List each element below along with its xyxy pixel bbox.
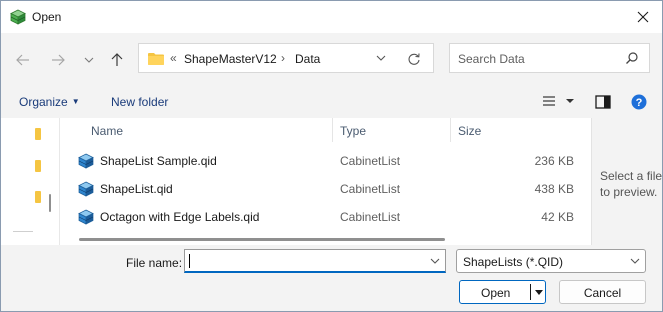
nav-divider bbox=[13, 231, 33, 232]
filetype-value: ShapeLists (*.QID) bbox=[463, 255, 564, 269]
file-name: ShapeList Sample.qid bbox=[100, 154, 217, 168]
svg-text:?: ? bbox=[636, 97, 643, 109]
chevron-down-icon[interactable] bbox=[429, 257, 441, 265]
file-name: Octagon with Edge Labels.qid bbox=[100, 210, 260, 224]
navigation-pane[interactable] bbox=[1, 118, 60, 245]
chevron-down-icon bbox=[630, 258, 640, 264]
column-header-name[interactable]: Name bbox=[91, 124, 123, 138]
filename-label: File name: bbox=[126, 256, 183, 270]
new-folder-button[interactable]: New folder bbox=[111, 95, 168, 109]
close-icon[interactable] bbox=[625, 3, 661, 31]
open-dialog: Open « ShapeMasterV12 › Data Search Data… bbox=[0, 0, 663, 312]
breadcrumb-separator[interactable]: › bbox=[281, 51, 285, 65]
cabinet-file-icon bbox=[78, 209, 94, 225]
search-input[interactable] bbox=[456, 50, 620, 68]
content-area: Name Type Size ShapeList Sample.qid Cabi… bbox=[1, 118, 662, 245]
filename-combobox[interactable] bbox=[184, 249, 446, 273]
column-divider[interactable] bbox=[450, 118, 451, 142]
preview-pane: Select a file to preview. bbox=[591, 118, 663, 245]
file-type: CabinetList bbox=[340, 154, 401, 168]
filename-input[interactable] bbox=[191, 253, 415, 271]
caret-down-icon: ▼ bbox=[71, 97, 80, 106]
cabinet-file-icon bbox=[78, 153, 94, 169]
cancel-button[interactable]: Cancel bbox=[559, 280, 646, 304]
list-item[interactable]: ShapeList.qid CabinetList 438 KB bbox=[61, 176, 574, 202]
file-name: ShapeList.qid bbox=[100, 182, 173, 196]
title-bar: Open bbox=[1, 1, 662, 33]
filetype-select[interactable]: ShapeLists (*.QID) bbox=[456, 249, 646, 273]
search-box[interactable] bbox=[449, 43, 650, 73]
refresh-icon[interactable] bbox=[405, 50, 423, 68]
arrow-up-icon[interactable] bbox=[106, 49, 128, 71]
file-list[interactable]: Name Type Size ShapeList Sample.qid Cabi… bbox=[61, 118, 591, 245]
view-options-icon[interactable] bbox=[541, 93, 575, 111]
cabinet-file-icon bbox=[78, 181, 94, 197]
open-button[interactable]: Open bbox=[459, 280, 546, 304]
nav-folder-icon[interactable] bbox=[35, 191, 41, 203]
split-divider bbox=[530, 284, 531, 300]
cabinet-icon bbox=[10, 9, 26, 25]
column-divider[interactable] bbox=[332, 118, 333, 142]
breadcrumb-data[interactable]: Data bbox=[295, 52, 320, 66]
help-icon[interactable]: ? bbox=[631, 94, 647, 110]
window-title: Open bbox=[32, 10, 62, 24]
nav-folder-icon[interactable] bbox=[35, 128, 41, 140]
column-header-size[interactable]: Size bbox=[458, 124, 481, 138]
cancel-label: Cancel bbox=[583, 286, 622, 300]
breadcrumb-shapemaster[interactable]: ShapeMasterV12 bbox=[184, 52, 277, 66]
organize-menu[interactable]: Organize ▼ bbox=[19, 95, 80, 109]
arrow-right-icon[interactable] bbox=[47, 49, 69, 71]
address-bar[interactable]: « ShapeMasterV12 › Data bbox=[138, 43, 434, 73]
text-cursor bbox=[189, 254, 190, 268]
horizontal-scrollbar[interactable] bbox=[79, 238, 445, 241]
list-item[interactable]: ShapeList Sample.qid CabinetList 236 KB bbox=[61, 148, 574, 174]
file-type: CabinetList bbox=[340, 210, 401, 224]
list-item[interactable]: Octagon with Edge Labels.qid CabinetList… bbox=[61, 204, 574, 230]
open-options-icon[interactable] bbox=[534, 289, 544, 296]
overflow-chevron[interactable]: « bbox=[170, 51, 177, 65]
nav-folder-icon[interactable] bbox=[35, 160, 41, 172]
preview-message: Select a file to preview. bbox=[600, 169, 663, 199]
file-size: 42 KB bbox=[541, 210, 574, 224]
preview-pane-icon[interactable] bbox=[595, 95, 611, 109]
arrow-left-icon[interactable] bbox=[12, 49, 34, 71]
column-header-row: Name Type Size bbox=[61, 118, 591, 142]
organize-label: Organize bbox=[19, 95, 68, 109]
search-icon[interactable] bbox=[625, 51, 639, 65]
chevron-down-icon[interactable] bbox=[373, 50, 389, 66]
folder-icon bbox=[148, 53, 164, 65]
file-type: CabinetList bbox=[340, 182, 401, 196]
file-size: 438 KB bbox=[534, 182, 574, 196]
column-header-type[interactable]: Type bbox=[340, 124, 366, 138]
open-label: Open bbox=[481, 286, 511, 300]
chevron-down-icon[interactable] bbox=[78, 49, 100, 71]
nav-scrollbar[interactable] bbox=[49, 194, 51, 212]
file-size: 236 KB bbox=[534, 154, 574, 168]
